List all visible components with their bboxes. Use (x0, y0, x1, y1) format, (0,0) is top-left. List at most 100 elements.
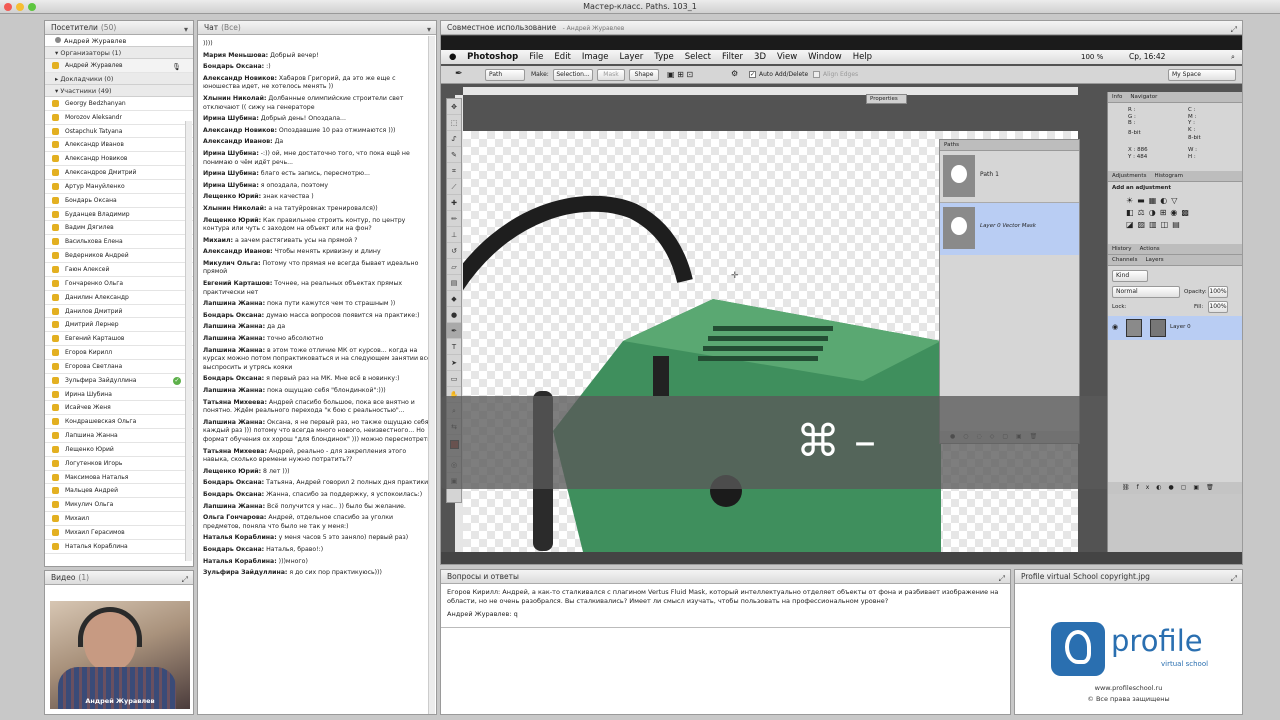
list-item[interactable]: Исайчев Женя (45, 401, 193, 416)
paths-tab[interactable]: Paths (940, 140, 1079, 151)
crop-tool-icon[interactable]: ⌗ (447, 163, 461, 179)
close-window-button[interactable] (4, 3, 12, 11)
list-item[interactable]: Александр Новиков (45, 152, 193, 167)
list-item[interactable]: Михаил Герасимов (45, 526, 193, 540)
menu-icon[interactable]: ▾ (184, 23, 188, 37)
group-participants[interactable]: ▾ Участники (49) (45, 84, 193, 97)
menu-item[interactable]: View (777, 52, 797, 62)
gradient-tool-icon[interactable]: ▤ (447, 275, 461, 291)
align-edges-checkbox[interactable] (813, 71, 820, 78)
menu-item[interactable]: Type (654, 52, 674, 62)
blur-tool-icon[interactable]: ◆ (447, 291, 461, 307)
list-item[interactable]: Georgy Bedzhanyan (45, 97, 193, 111)
layer-filter-select[interactable]: Kind (1112, 270, 1148, 282)
menu-icon[interactable]: ▾ (427, 23, 431, 37)
list-item[interactable]: Лапшина Жанна (45, 429, 193, 443)
path-mode-select[interactable]: Path (485, 69, 525, 81)
menu-item[interactable]: Edit (554, 52, 570, 62)
tab-info[interactable]: Info (1112, 94, 1122, 100)
history-brush-icon[interactable]: ↺ (447, 243, 461, 259)
apple-icon[interactable]: ● (449, 52, 456, 62)
eyedropper-icon[interactable]: ⟋ (447, 179, 461, 195)
list-item[interactable]: Евгений Карташов (45, 332, 193, 347)
menu-item[interactable]: Help (853, 52, 872, 62)
blend-mode-select[interactable]: Normal (1112, 286, 1180, 298)
layer-row[interactable]: ◉ Layer 0 (1108, 316, 1242, 340)
shape-tool-icon[interactable]: ▭ (447, 371, 461, 387)
type-tool-icon[interactable]: T (447, 339, 461, 355)
host-row[interactable]: Андрей Журавлев (45, 35, 193, 47)
list-item[interactable]: Ostapchuk Tatyana (45, 125, 193, 139)
healing-brush-icon[interactable]: ✚ (447, 195, 461, 211)
fullscreen-icon[interactable]: ⤢ (999, 572, 1005, 586)
tab-channels[interactable]: Channels (1112, 257, 1137, 263)
list-item[interactable]: Артур Мануйленко (45, 180, 193, 194)
list-item[interactable]: Андрей Журавлев 🎙 (45, 59, 193, 73)
list-item[interactable]: Гаюн Алексей (45, 263, 193, 277)
fullscreen-icon[interactable]: ⤢ (1231, 23, 1237, 37)
list-item[interactable]: Бондарь Оксана (45, 194, 193, 208)
list-item[interactable]: Мальцев Андрей (45, 484, 193, 499)
chat-scrollbar[interactable] (428, 36, 435, 714)
tab-histogram[interactable]: Histogram (1154, 173, 1183, 179)
pen-tool-icon[interactable]: ✒ (447, 323, 461, 339)
auto-add-checkbox[interactable]: ✓ (749, 71, 756, 78)
menu-item[interactable]: Layer (620, 52, 644, 62)
fullscreen-icon[interactable]: ⤢ (1231, 572, 1237, 586)
selection-button[interactable]: Selection... (553, 69, 593, 81)
tab-layers[interactable]: Layers (1145, 257, 1163, 263)
group-presenters[interactable]: ▸ Докладчики (0) (45, 72, 193, 85)
list-item[interactable]: Ирина Шубина (45, 388, 193, 402)
list-item[interactable]: Зульфира Зайдуллина ✓ (45, 374, 193, 388)
list-item[interactable]: Буданцев Владимир (45, 208, 193, 222)
path-item[interactable]: Path 1 (940, 151, 1079, 203)
dodge-tool-icon[interactable]: ● (447, 307, 461, 323)
list-item[interactable]: Гончаренко Ольга (45, 277, 193, 291)
path-ops-icon[interactable]: ▣ ⊞ ⊡ (667, 70, 693, 79)
minimize-window-button[interactable] (16, 3, 24, 11)
list-item[interactable]: Егорова Светлана (45, 360, 193, 374)
list-item[interactable]: Вадим Дягилев (45, 221, 193, 236)
fill-input[interactable]: 100% (1208, 301, 1228, 313)
list-item[interactable]: Александр Иванов (45, 138, 193, 153)
stamp-tool-icon[interactable]: ⊥ (447, 227, 461, 243)
menu-item[interactable]: Photoshop (467, 52, 518, 62)
tab-history[interactable]: History (1112, 246, 1132, 252)
search-icon[interactable]: ⌕ (1231, 50, 1235, 64)
lasso-tool-icon[interactable]: ᔑ (447, 131, 461, 147)
eye-icon[interactable]: ◉ (1112, 323, 1118, 331)
path-select-icon[interactable]: ➤ (447, 355, 461, 371)
mask-button[interactable]: Mask (597, 69, 625, 81)
menu-item[interactable]: Window (808, 52, 842, 62)
list-item[interactable]: Кондрашевская Ольга (45, 415, 193, 430)
list-item[interactable]: Микулич Ольга (45, 498, 193, 513)
tab-adjustments[interactable]: Adjustments (1112, 173, 1146, 179)
tab-actions[interactable]: Actions (1140, 246, 1160, 252)
menu-item[interactable]: Filter (722, 52, 743, 62)
group-organizers[interactable]: ▾ Организаторы (1) (45, 47, 193, 59)
properties-tab[interactable]: Properties (866, 94, 907, 104)
list-item[interactable]: Лещенко Юрий (45, 443, 193, 457)
list-item[interactable]: Максимова Наталья (45, 471, 193, 485)
menu-item[interactable]: Image (582, 52, 609, 62)
list-item[interactable]: Васильхова Елена (45, 235, 193, 250)
list-item[interactable]: Логутенков Игорь (45, 457, 193, 471)
brush-tool-icon[interactable]: ✏ (447, 211, 461, 227)
workspace-select[interactable]: My Space (1168, 69, 1236, 81)
fullscreen-icon[interactable]: ⤢ (182, 573, 188, 587)
pen-tool-icon[interactable]: ✒ (455, 69, 463, 79)
list-item[interactable]: Дмитрий Лернер (45, 318, 193, 333)
attendees-scrollbar[interactable] (185, 121, 192, 561)
list-item[interactable]: Егоров Кирилл (45, 346, 193, 360)
tab-navigator[interactable]: Navigator (1130, 94, 1157, 100)
list-item[interactable]: Михаил (45, 512, 193, 526)
path-item-selected[interactable]: Layer 0 Vector Mask (940, 203, 1079, 255)
eraser-tool-icon[interactable]: ▱ (447, 259, 461, 275)
quick-select-icon[interactable]: ✎ (447, 147, 461, 163)
menu-item[interactable]: Select (685, 52, 711, 62)
shape-button[interactable]: Shape (629, 69, 659, 81)
marquee-tool-icon[interactable]: ⬚ (447, 115, 461, 131)
adjustment-icons[interactable]: ☀▬▦◐▽ ◧⚖◑⊞◉▩ ◪▨▥◫▤ (1112, 195, 1238, 231)
list-item[interactable]: Данилин Александр (45, 291, 193, 305)
list-item[interactable]: Данилов Дмитрий (45, 305, 193, 319)
